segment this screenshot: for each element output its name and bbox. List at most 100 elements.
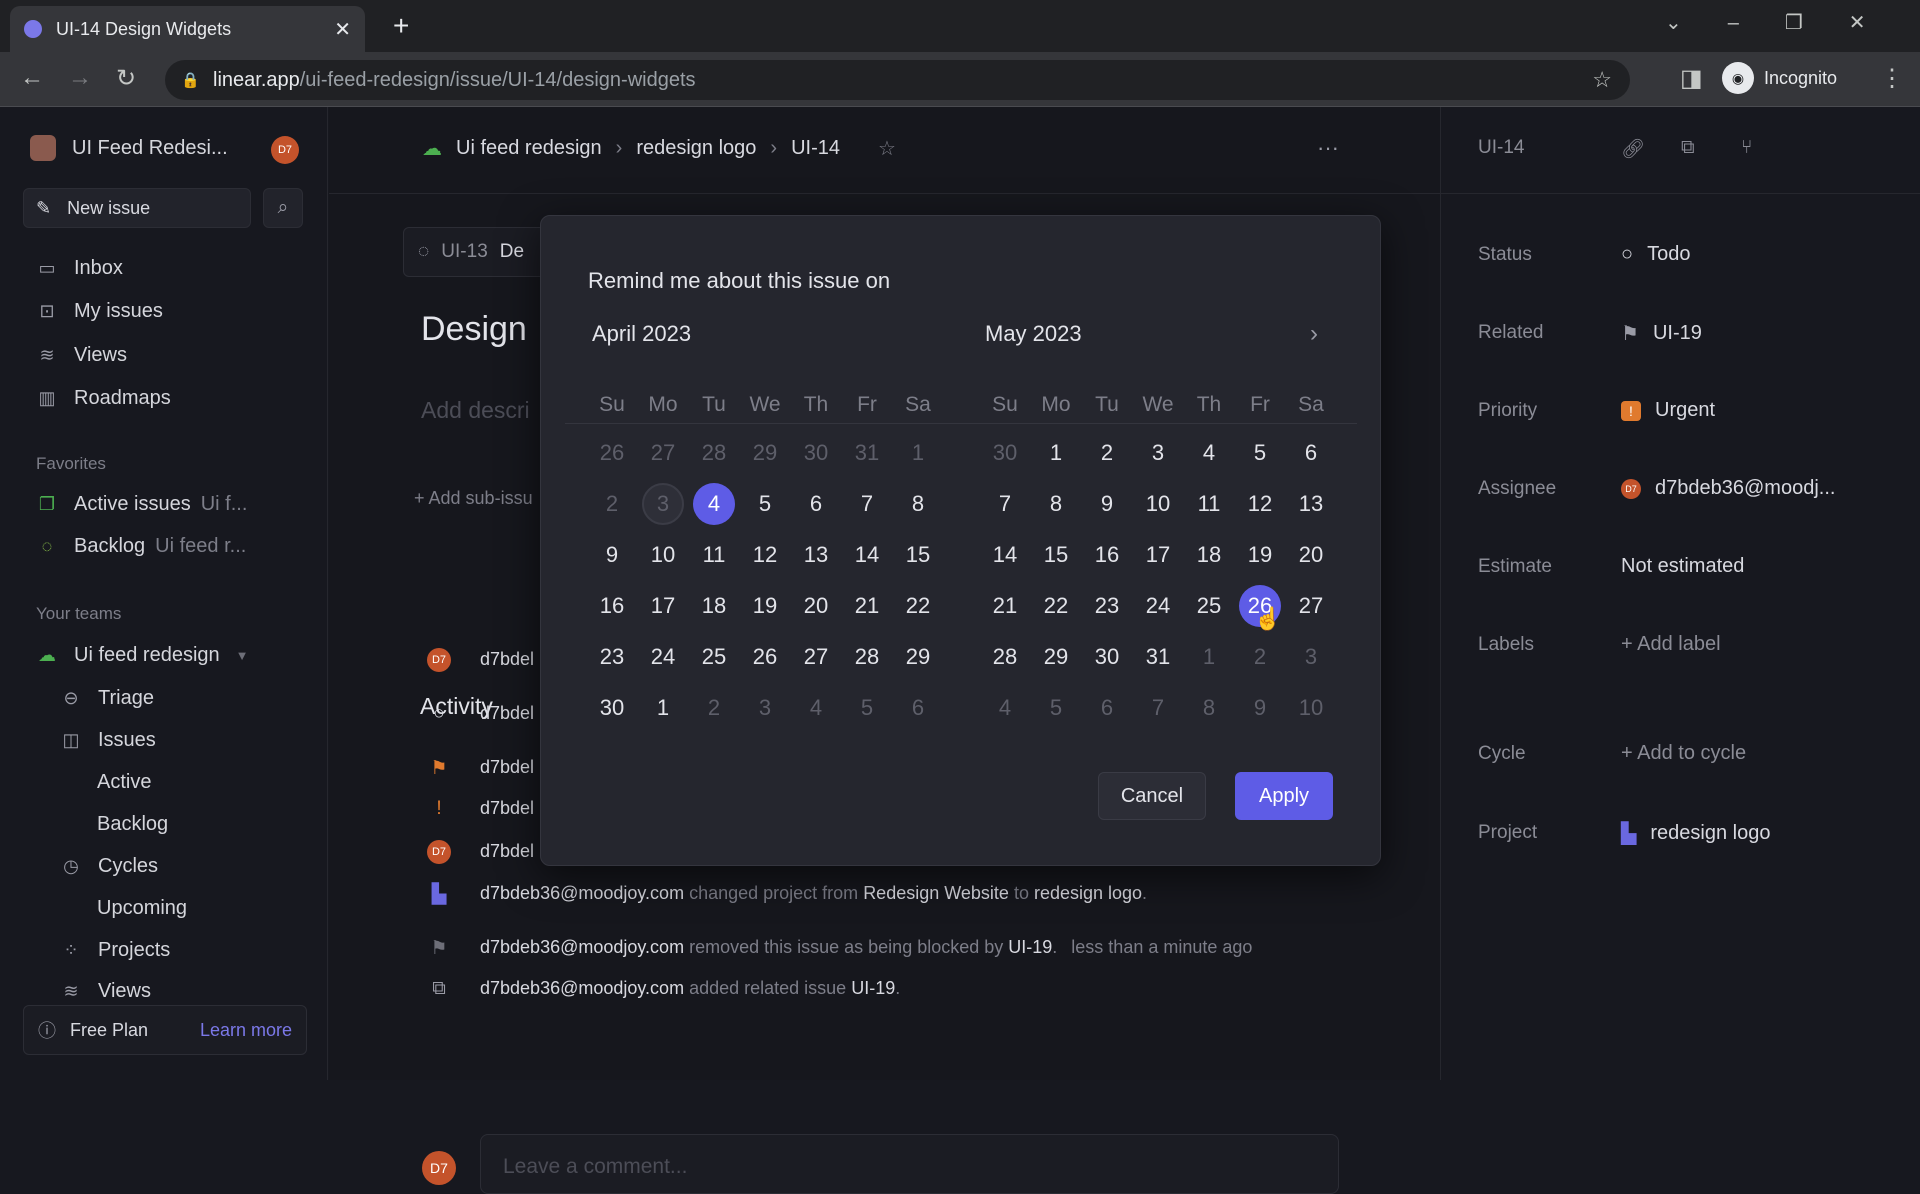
team-item-cycles[interactable]: ◷ Cycles <box>60 855 158 878</box>
calendar-day[interactable]: 5 <box>1035 687 1077 729</box>
calendar-day[interactable]: 22 <box>897 585 939 627</box>
calendar-day[interactable]: 13 <box>795 534 837 576</box>
calendar-day[interactable]: 21 <box>846 585 888 627</box>
learn-more-link[interactable]: Learn more <box>200 1020 292 1041</box>
star-icon[interactable]: ☆ <box>1592 67 1612 93</box>
calendar-day[interactable]: 10 <box>642 534 684 576</box>
calendar-day[interactable]: 27 <box>642 432 684 474</box>
calendar-day[interactable]: 1 <box>1035 432 1077 474</box>
calendar-day[interactable]: 7 <box>984 483 1026 525</box>
forward-icon[interactable]: → <box>68 64 92 92</box>
activity-user[interactable]: d7bdeb36@moodjoy.com <box>480 937 684 957</box>
window-controls[interactable]: ⌄–❐✕ <box>1665 10 1912 35</box>
calendar-day[interactable]: 6 <box>1290 432 1332 474</box>
cancel-button[interactable]: Cancel <box>1098 772 1206 820</box>
calendar-day[interactable]: 20 <box>795 585 837 627</box>
calendar-day[interactable]: 3 <box>642 483 684 525</box>
calendar-day[interactable]: 19 <box>1239 534 1281 576</box>
calendar-day[interactable]: 4 <box>795 687 837 729</box>
favorite-active-issues[interactable]: ❐ Active issues Ui f... <box>36 493 247 516</box>
comment-input[interactable]: Leave a comment... <box>480 1134 1339 1194</box>
calendar-day[interactable]: 28 <box>846 636 888 678</box>
calendar-day[interactable]: 10 <box>1290 687 1332 729</box>
property-value-status[interactable]: ○ Todo <box>1621 243 1690 266</box>
calendar-day[interactable]: 17 <box>642 585 684 627</box>
calendar-day[interactable]: 20 <box>1290 534 1332 576</box>
activity-user[interactable]: d7bdel <box>480 649 534 670</box>
property-value-assignee[interactable]: D7 d7bdeb36@moodj... <box>1621 477 1835 500</box>
activity-user[interactable]: d7bdeb36@moodjoy.com <box>480 978 684 998</box>
calendar-day[interactable]: 5 <box>846 687 888 729</box>
calendar-day[interactable]: 25 <box>1188 585 1230 627</box>
calendar-day[interactable]: 3 <box>744 687 786 729</box>
property-value-related[interactable]: ⚑ UI-19 <box>1621 321 1702 346</box>
calendar-day[interactable]: 25 <box>693 636 735 678</box>
search-button[interactable]: ⌕ <box>263 188 303 228</box>
activity-ref[interactable]: Redesign Website <box>863 883 1009 903</box>
calendar-day[interactable]: 9 <box>591 534 633 576</box>
copy-link-icon[interactable]: 🔗︎ <box>1621 137 1645 161</box>
close-tab-icon[interactable]: ✕ <box>334 17 351 42</box>
description-input[interactable]: Add descri <box>421 397 530 424</box>
team-item-triage[interactable]: ⊖ Triage <box>60 687 154 710</box>
branch-icon[interactable]: ⑂ <box>1741 137 1752 159</box>
calendar-day[interactable]: 19 <box>744 585 786 627</box>
calendar-day[interactable]: 7 <box>846 483 888 525</box>
calendar-day[interactable]: 9 <box>1086 483 1128 525</box>
calendar-day[interactable]: 11 <box>693 534 735 576</box>
calendar-day[interactable]: 16 <box>1086 534 1128 576</box>
property-value-priority[interactable]: ! Urgent <box>1621 399 1715 422</box>
calendar-day[interactable]: 18 <box>1188 534 1230 576</box>
user-avatar[interactable]: D7 <box>271 136 299 164</box>
calendar-day[interactable]: 27 <box>795 636 837 678</box>
next-month-icon[interactable]: › <box>1310 320 1318 348</box>
calendar-day[interactable]: 30 <box>795 432 837 474</box>
calendar-day[interactable]: 5 <box>744 483 786 525</box>
activity-ref[interactable]: UI-19 <box>1008 937 1052 957</box>
team-item-issues[interactable]: ◫ Issues <box>60 729 155 752</box>
property-value-cycle[interactable]: + Add to cycle <box>1621 742 1746 765</box>
calendar-day[interactable]: 16 <box>591 585 633 627</box>
calendar-day[interactable]: 15 <box>897 534 939 576</box>
team-item-backlog[interactable]: Backlog <box>97 813 168 836</box>
calendar-day[interactable]: 29 <box>744 432 786 474</box>
calendar-day[interactable]: 7 <box>1137 687 1179 729</box>
incognito-badge[interactable]: ◉ Incognito <box>1722 62 1837 94</box>
url-input[interactable]: 🔒 linear.app/ui-feed-redesign/issue/UI-1… <box>165 60 1630 100</box>
calendar-day[interactable]: 8 <box>897 483 939 525</box>
calendar-day[interactable]: 30 <box>1086 636 1128 678</box>
calendar-day[interactable]: 1 <box>897 432 939 474</box>
calendar-day[interactable]: 8 <box>1188 687 1230 729</box>
calendar-day[interactable]: 23 <box>591 636 633 678</box>
breadcrumb-project[interactable]: redesign logo <box>636 137 756 160</box>
breadcrumb-team[interactable]: Ui feed redesign <box>456 137 602 160</box>
calendar-day[interactable]: 9 <box>1239 687 1281 729</box>
team-ui-feed-redesign[interactable]: ☁ Ui feed redesign ▼ <box>36 644 249 667</box>
team-item-upcoming[interactable]: Upcoming <box>97 897 187 920</box>
more-options-icon[interactable]: ··· <box>1317 135 1339 161</box>
calendar-day[interactable]: 4 <box>984 687 1026 729</box>
calendar-day[interactable]: 4 <box>1188 432 1230 474</box>
activity-ref[interactable]: UI-19 <box>851 978 895 998</box>
calendar-day[interactable]: 8 <box>1035 483 1077 525</box>
activity-ref[interactable]: redesign logo <box>1034 883 1142 903</box>
calendar-day[interactable]: 30 <box>984 432 1026 474</box>
new-issue-button[interactable]: ✎ New issue <box>23 188 251 228</box>
workspace-switcher[interactable]: UI Feed Redesi... <box>30 135 228 161</box>
calendar-day[interactable]: 2 <box>591 483 633 525</box>
calendar-day[interactable]: 12 <box>1239 483 1281 525</box>
team-item-projects[interactable]: ⁘ Projects <box>60 939 170 962</box>
calendar-day[interactable]: 1 <box>642 687 684 729</box>
calendar-day[interactable]: 26 <box>744 636 786 678</box>
menu-icon[interactable]: ⋮ <box>1880 64 1904 93</box>
calendar-day[interactable]: 30 <box>591 687 633 729</box>
calendar-day[interactable]: 2 <box>1239 636 1281 678</box>
calendar-day[interactable]: 29 <box>1035 636 1077 678</box>
activity-user[interactable]: d7bdeb36@moodjoy.com <box>480 883 684 903</box>
calendar-day[interactable]: 6 <box>897 687 939 729</box>
calendar-day[interactable]: 6 <box>795 483 837 525</box>
calendar-day[interactable]: 10 <box>1137 483 1179 525</box>
calendar-day[interactable]: 3 <box>1290 636 1332 678</box>
issue-title[interactable]: Design <box>421 310 527 349</box>
calendar-day[interactable]: 24 <box>642 636 684 678</box>
